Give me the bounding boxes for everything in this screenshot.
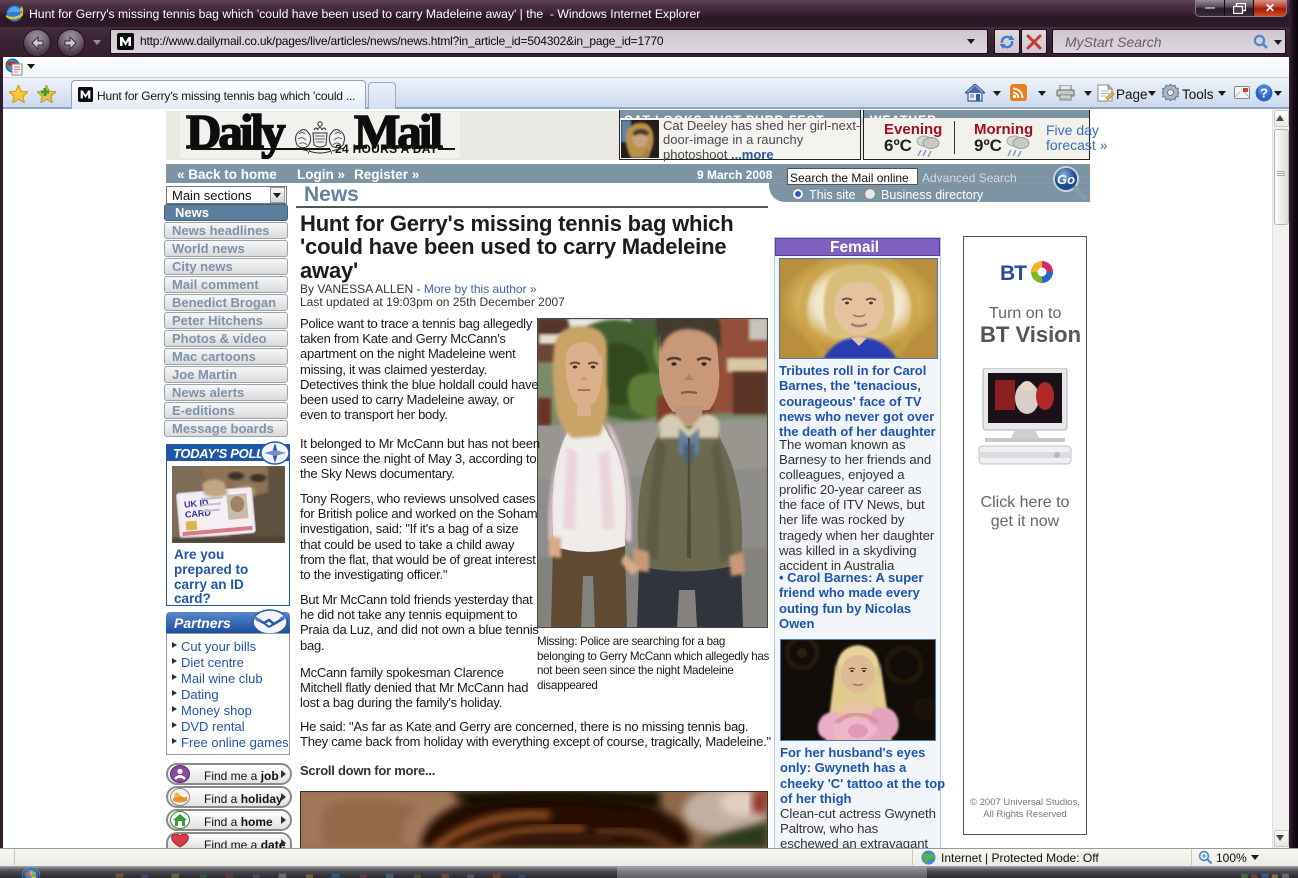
svg-text:?: ? bbox=[1260, 86, 1268, 101]
svg-text:Go: Go bbox=[1057, 172, 1075, 187]
svg-text:Daily: Daily bbox=[186, 111, 286, 159]
